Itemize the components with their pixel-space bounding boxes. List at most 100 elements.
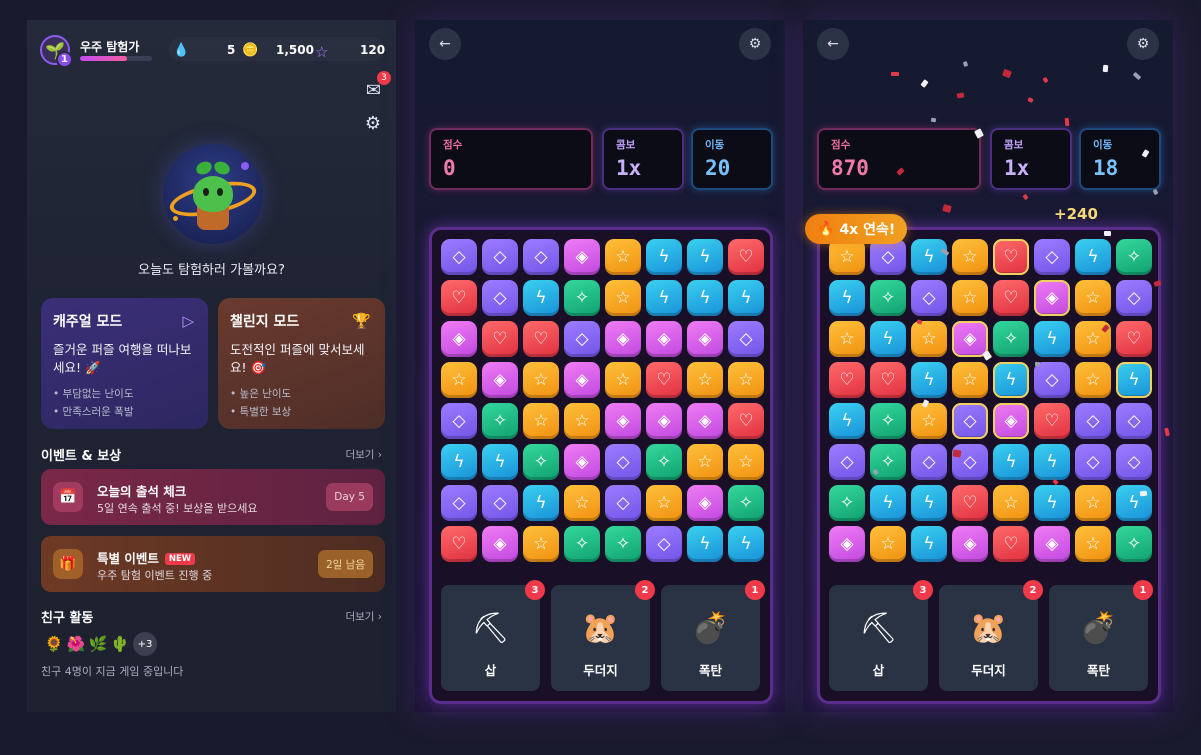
star-tile[interactable]: ☆ [952,280,988,316]
diamond-tile[interactable]: ◇ [1116,280,1152,316]
gem-tile[interactable]: ◈ [482,526,518,562]
gem-tile[interactable]: ◈ [952,321,988,357]
diamond-tile[interactable]: ◇ [911,444,947,480]
star-tile[interactable]: ☆ [993,485,1029,521]
diamond-tile[interactable]: ◇ [441,403,477,439]
sparkle-tile[interactable]: ✧ [1116,526,1152,562]
diamond-tile[interactable]: ◇ [1116,444,1152,480]
diamond-tile[interactable]: ◇ [1034,362,1070,398]
gear-icon[interactable]: ⚙ [1127,28,1159,60]
star-tile[interactable]: ☆ [523,526,559,562]
heart-tile[interactable]: ♡ [993,526,1029,562]
diamond-tile[interactable]: ◇ [564,321,600,357]
gear-icon[interactable]: ⚙ [739,28,771,60]
gem-tile[interactable]: ◈ [605,403,641,439]
sparkle-tile[interactable]: ✧ [870,280,906,316]
bolt-tile[interactable]: ϟ [728,526,764,562]
bolt-tile[interactable]: ϟ [687,239,723,275]
gem-tile[interactable]: ◈ [441,321,477,357]
star-tile[interactable]: ☆ [952,362,988,398]
bolt-tile[interactable]: ϟ [1034,485,1070,521]
friend-avatar[interactable]: 🌿 [87,633,109,655]
gem-tile[interactable]: ◈ [993,403,1029,439]
star-tile[interactable]: ☆ [952,239,988,275]
star-tile[interactable]: ☆ [441,362,477,398]
sparkle-tile[interactable]: ✧ [605,526,641,562]
bolt-tile[interactable]: ϟ [441,444,477,480]
star-tile[interactable]: ☆ [523,362,559,398]
star-tile[interactable]: ☆ [1075,280,1111,316]
bolt-tile[interactable]: ϟ [870,321,906,357]
heart-tile[interactable]: ♡ [523,321,559,357]
gem-tile[interactable]: ◈ [687,403,723,439]
bolt-tile[interactable]: ϟ [911,526,947,562]
star-tile[interactable]: ☆ [911,321,947,357]
diamond-tile[interactable]: ◇ [646,526,682,562]
heart-tile[interactable]: ♡ [993,239,1029,275]
bolt-tile[interactable]: ϟ [523,485,559,521]
bolt-tile[interactable]: ϟ [687,526,723,562]
star-tile[interactable]: ☆ [829,321,865,357]
gem-tile[interactable]: ◈ [564,239,600,275]
bolt-tile[interactable]: ϟ [1075,239,1111,275]
bolt-tile[interactable]: ϟ [482,444,518,480]
diamond-tile[interactable]: ◇ [952,403,988,439]
diamond-tile[interactable]: ◇ [1116,403,1152,439]
back-arrow-icon[interactable]: ← [429,28,461,60]
attendance-event-card[interactable]: 📅 오늘의 출석 체크 5일 연속 출석 중! 보상을 받으세요 Day 5 [41,469,385,525]
mole-booster-button[interactable]: 🐹 두더지 2 [939,580,1043,691]
star-tile[interactable]: ☆ [829,239,865,275]
star-tile[interactable]: ☆ [687,362,723,398]
challenge-mode-card[interactable]: 챌린지 모드 🏆 도전적인 퍼즐에 맞서보세요! 🎯 • 높은 난이도 • 특별… [218,298,385,429]
diamond-tile[interactable]: ◇ [911,280,947,316]
star-tile[interactable]: ☆ [1075,485,1111,521]
bolt-tile[interactable]: ϟ [687,280,723,316]
diamond-tile[interactable]: ◇ [523,239,559,275]
bolt-tile[interactable]: ϟ [1034,321,1070,357]
bolt-tile[interactable]: ϟ [523,280,559,316]
gem-tile[interactable]: ◈ [646,321,682,357]
bolt-tile[interactable]: ϟ [870,485,906,521]
bolt-tile[interactable]: ϟ [911,239,947,275]
diamond-tile[interactable]: ◇ [605,485,641,521]
star-tile[interactable]: ☆ [911,403,947,439]
diamond-tile[interactable]: ◇ [870,239,906,275]
gem-tile[interactable]: ◈ [605,321,641,357]
bolt-tile[interactable]: ϟ [993,444,1029,480]
heart-tile[interactable]: ♡ [993,280,1029,316]
star-tile[interactable]: ☆ [564,485,600,521]
sparkle-tile[interactable]: ✧ [870,403,906,439]
gem-tile[interactable]: ◈ [687,321,723,357]
diamond-tile[interactable]: ◇ [605,444,641,480]
bolt-tile[interactable]: ϟ [1116,362,1152,398]
bolt-tile[interactable]: ϟ [728,280,764,316]
heart-tile[interactable]: ♡ [1034,403,1070,439]
mole-booster-button[interactable]: 🐹 두더지 2 [551,580,655,691]
diamond-tile[interactable]: ◇ [829,444,865,480]
gem-tile[interactable]: ◈ [952,526,988,562]
diamond-tile[interactable]: ◇ [482,239,518,275]
gem-tile[interactable]: ◈ [687,485,723,521]
sparkle-tile[interactable]: ✧ [829,485,865,521]
bolt-tile[interactable]: ϟ [646,280,682,316]
gear-icon[interactable]: ⚙ [365,113,381,134]
diamond-tile[interactable]: ◇ [441,239,477,275]
gem-tile[interactable]: ◈ [482,362,518,398]
star-tile[interactable]: ☆ [687,444,723,480]
star-tile[interactable]: ☆ [728,444,764,480]
sparkle-tile[interactable]: ✧ [564,526,600,562]
bolt-tile[interactable]: ϟ [993,362,1029,398]
events-more-link[interactable]: 더보기 › [345,447,382,462]
diamond-tile[interactable]: ◇ [728,321,764,357]
star-tile[interactable]: ☆ [870,526,906,562]
diamond-tile[interactable]: ◇ [482,485,518,521]
gem-tile[interactable]: ◈ [829,526,865,562]
heart-tile[interactable]: ♡ [482,321,518,357]
star-tile[interactable]: ☆ [1075,362,1111,398]
heart-tile[interactable]: ♡ [441,280,477,316]
gem-tile[interactable]: ◈ [564,444,600,480]
diamond-tile[interactable]: ◇ [441,485,477,521]
star-tile[interactable]: ☆ [605,239,641,275]
more-friends-count[interactable]: +3 [133,632,157,656]
special-event-card[interactable]: 🎁 특별 이벤트 NEW 우주 탐험 이벤트 진행 중 2일 남음 [41,536,385,592]
